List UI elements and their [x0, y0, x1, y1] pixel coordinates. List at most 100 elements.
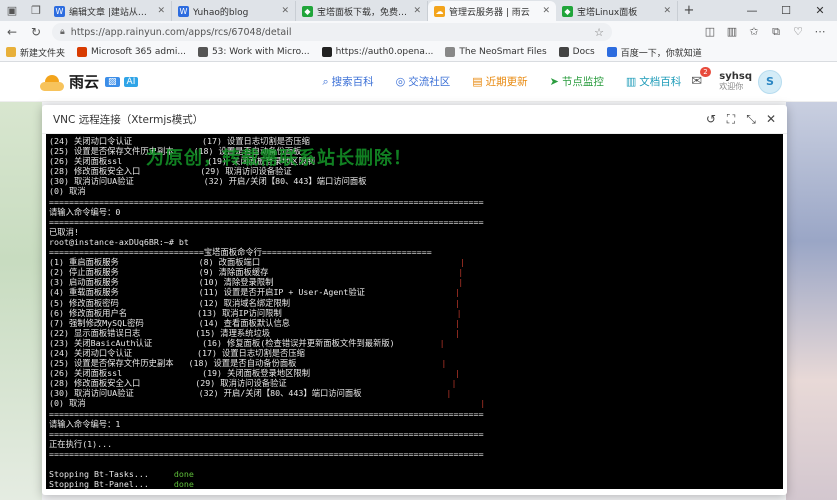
- user-name-block[interactable]: syhsq 欢迎你: [719, 71, 752, 92]
- collections-icon[interactable]: ▥: [721, 25, 743, 39]
- terminal-border-mark: |: [441, 358, 447, 369]
- mail-count-badge: 2: [700, 67, 711, 77]
- tab-actions-icon[interactable]: ❐: [24, 0, 48, 21]
- bookmark-label: The NeoSmart Files: [459, 47, 547, 57]
- site-name: 雨云: [69, 73, 100, 91]
- fullscreen-icon[interactable]: ⛶: [721, 112, 741, 127]
- bookmark-item[interactable]: 新建文件夹: [6, 46, 65, 59]
- terminal-border-mark: |: [459, 257, 465, 268]
- tab-close-icon[interactable]: ✕: [281, 6, 289, 16]
- terminal-line: Stopping Bt-Tasks... done: [49, 469, 194, 479]
- terminal-line: (2) 停止面板服务 (9) 清除面板缓存 |: [49, 267, 463, 277]
- terminal-line-text: (4) 重载面板服务 (11) 设置是否开启IP + User-Agent验证: [49, 287, 455, 298]
- minimize-modal-icon[interactable]: ⤡: [741, 112, 761, 127]
- menu-item-icon: ⌕: [322, 74, 329, 88]
- bookmark-item[interactable]: The NeoSmart Files: [445, 47, 547, 57]
- menu-item-label: 搜索百科: [331, 76, 374, 88]
- terminal-line: 请输入命令编号：1: [49, 419, 120, 429]
- bookmark-item[interactable]: Microsoft 365 admi...: [77, 47, 186, 57]
- terminal-border-mark: |: [439, 337, 445, 348]
- terminal-line-text: (26) 关闭面板ssl (19) 关闭面板登录地区限制: [49, 368, 455, 379]
- terminal-line-text: ========================================…: [49, 216, 484, 227]
- minimize-icon[interactable]: —: [735, 0, 769, 21]
- site-menu-item[interactable]: ▤ 近期更新: [472, 74, 527, 89]
- refresh-icon[interactable]: ↺: [701, 112, 721, 127]
- browser-tab[interactable]: ◆ 宝塔Linux面板 ✕: [556, 1, 678, 21]
- terminal-line-text: 请输入命令编号：0: [49, 206, 121, 217]
- terminal-line-text: (2) 停止面板服务 (9) 清除面板缓存: [49, 267, 459, 278]
- terminal-line-text: Stopping Bt-Panel...: [49, 479, 174, 489]
- terminal-line: (25) 设置是否保存文件历史副本 (18) 设置是否自动备份面板 |: [49, 358, 446, 368]
- browser-tab[interactable]: ◆ 宝塔面板下载，免费全能的服务 ✕: [296, 1, 428, 21]
- terminal-line-text: 正在执行(1)...: [49, 438, 113, 449]
- watermark-text: 为原创，转载需联系站长删除！: [146, 148, 412, 169]
- terminal-border-mark: |: [454, 317, 460, 328]
- bookmark-icon: [321, 47, 332, 57]
- background-illustration-left: [0, 102, 42, 500]
- menu-item-icon: ▤: [472, 75, 483, 88]
- url-field[interactable]: 🔒︎ https://app.rainyun.com/apps/rcs/6704…: [52, 23, 612, 41]
- bookmark-icon: [558, 47, 569, 57]
- terminal-line-text: ========================================…: [49, 448, 484, 459]
- close-window-icon[interactable]: ✕: [803, 0, 837, 21]
- browser-essentials-icon[interactable]: ♡: [787, 25, 809, 39]
- terminal-line-text: (5) 修改面板密码 (12) 取消域名绑定限制: [49, 297, 455, 308]
- bookmark-item[interactable]: 53: Work with Micro...: [197, 47, 310, 57]
- site-menu-item[interactable]: ➤ 节点监控: [550, 74, 604, 89]
- mail-icon[interactable]: ✉ 2: [691, 67, 711, 89]
- tab-close-icon[interactable]: ✕: [542, 6, 550, 16]
- tab-close-icon[interactable]: ✕: [157, 6, 165, 16]
- terminal-output: (24) 关闭动口令认证 (17) 设置日志切割是否压缩 (25) 设置是否保存…: [46, 134, 783, 489]
- terminal-line-text: (6) 修改面板用户名 (13) 取消IP访问限制: [49, 307, 457, 318]
- terminal-line-text: (0) 取消: [49, 186, 86, 197]
- more-menu-icon[interactable]: ⋯: [809, 25, 831, 39]
- tab-title: 宝塔Linux面板: [577, 7, 638, 18]
- new-tab-button[interactable]: +: [678, 1, 700, 21]
- terminal-border-mark: |: [480, 398, 486, 409]
- bookmark-item[interactable]: 百度一下，你就知道: [606, 46, 702, 59]
- browser-tab[interactable]: ☁ 管理云服务器 | 雨云 ✕: [428, 1, 556, 21]
- reload-icon[interactable]: ↻: [24, 25, 48, 39]
- terminal[interactable]: (24) 关闭动口令认证 (17) 设置日志切割是否压缩 (25) 设置是否保存…: [46, 134, 783, 489]
- terminal-line: (5) 修改面板密码 (12) 取消域名绑定限制 |: [49, 298, 460, 308]
- back-icon[interactable]: ←: [0, 25, 24, 39]
- favorites-icon[interactable]: ✩: [743, 25, 765, 39]
- terminal-border-mark: |: [456, 307, 462, 318]
- terminal-border-mark: |: [454, 297, 460, 308]
- site-logo[interactable]: 雨云 ▨ AI: [40, 71, 139, 92]
- terminal-line-text: ========================================…: [49, 196, 484, 207]
- terminal-line-text: (22) 显示面板错误日志 (15) 清理系统垃圾: [49, 327, 455, 338]
- site-menu: ⌕ 搜索百科 ◎ 交流社区 ▤ 近期更新 ➤ 节点监控 ▥ 文档百科: [300, 74, 681, 89]
- menu-item-icon: ◎: [395, 75, 406, 88]
- bookmark-item[interactable]: https://auth0.opena...: [321, 47, 433, 57]
- vnc-modal: VNC 远程连接（Xtermjs模式） ↺ ⛶ ⤡ ✕ (24) 关闭动口令认证…: [42, 105, 787, 495]
- favorite-star-icon[interactable]: ☆: [594, 26, 604, 39]
- maximize-icon[interactable]: ☐: [769, 0, 803, 21]
- close-icon[interactable]: ✕: [761, 112, 781, 127]
- tab-favicon-icon: ◆: [562, 5, 573, 17]
- terminal-border-mark: |: [451, 378, 457, 389]
- site-menu-item[interactable]: ⌕ 搜索百科: [322, 74, 373, 89]
- browser-tab[interactable]: W 编辑文章 |建站从入门到跑路 ✕: [48, 1, 172, 21]
- url-text: https://app.rainyun.com/apps/rcs/67048/d…: [70, 26, 292, 38]
- site-menu-item[interactable]: ◎ 交流社区: [396, 74, 451, 89]
- terminal-line-text: ========================================…: [49, 408, 484, 419]
- browser-tab-strip: ▣ ❐ W 编辑文章 |建站从入门到跑路 ✕ W Yuhao的blog ✕ ◆ 宝塔面板下载，…: [0, 0, 837, 21]
- bookmark-item[interactable]: Docs: [558, 47, 595, 57]
- window-controls: — ☐ ✕: [735, 0, 837, 21]
- split-screen-icon[interactable]: ◫: [699, 25, 721, 39]
- workspaces-icon[interactable]: ▣: [0, 0, 24, 21]
- bookmark-icon: [445, 47, 456, 57]
- avatar[interactable]: S: [758, 69, 782, 94]
- site-menu-item[interactable]: ▥ 文档百科: [626, 74, 681, 89]
- terminal-line-text: ========================================…: [49, 428, 484, 439]
- terminal-line-text: (7) 强制修改MySQL密码 (14) 查看面板默认信息: [49, 317, 455, 328]
- cloud-sun-icon: [40, 72, 66, 92]
- terminal-line-text: 已取消!: [49, 226, 79, 237]
- bookmark-icon: [77, 47, 88, 57]
- tab-close-icon[interactable]: ✕: [663, 6, 671, 16]
- browser-tab[interactable]: W Yuhao的blog ✕: [172, 1, 296, 21]
- bookmarks-bar: 新建文件夹 Microsoft 365 admi... 53: Work with …: [0, 43, 837, 62]
- tab-close-icon[interactable]: ✕: [413, 6, 421, 16]
- extensions-icon[interactable]: ⧉: [765, 25, 787, 39]
